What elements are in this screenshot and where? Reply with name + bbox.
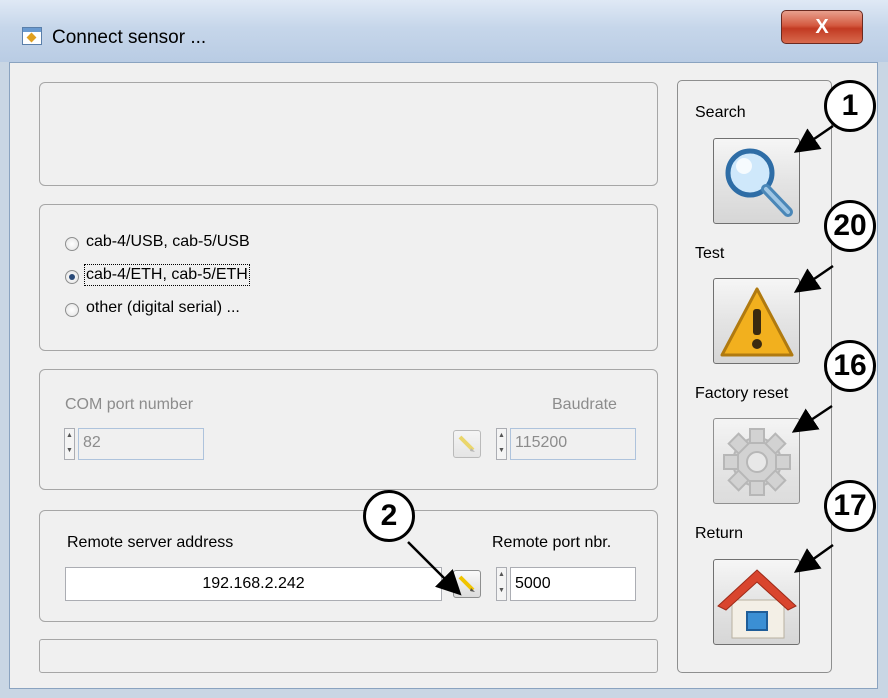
callout-factory-reset: 16	[824, 340, 876, 392]
callout-test: 20	[824, 200, 876, 252]
callout-return: 17	[824, 480, 876, 532]
callout-edit: 2	[363, 490, 415, 542]
annotation-arrows	[407, 124, 834, 596]
connect-sensor-window: Connect sensor ... X cab-4/USB, cab-5/US…	[0, 0, 888, 698]
callout-search: 1	[824, 80, 876, 132]
